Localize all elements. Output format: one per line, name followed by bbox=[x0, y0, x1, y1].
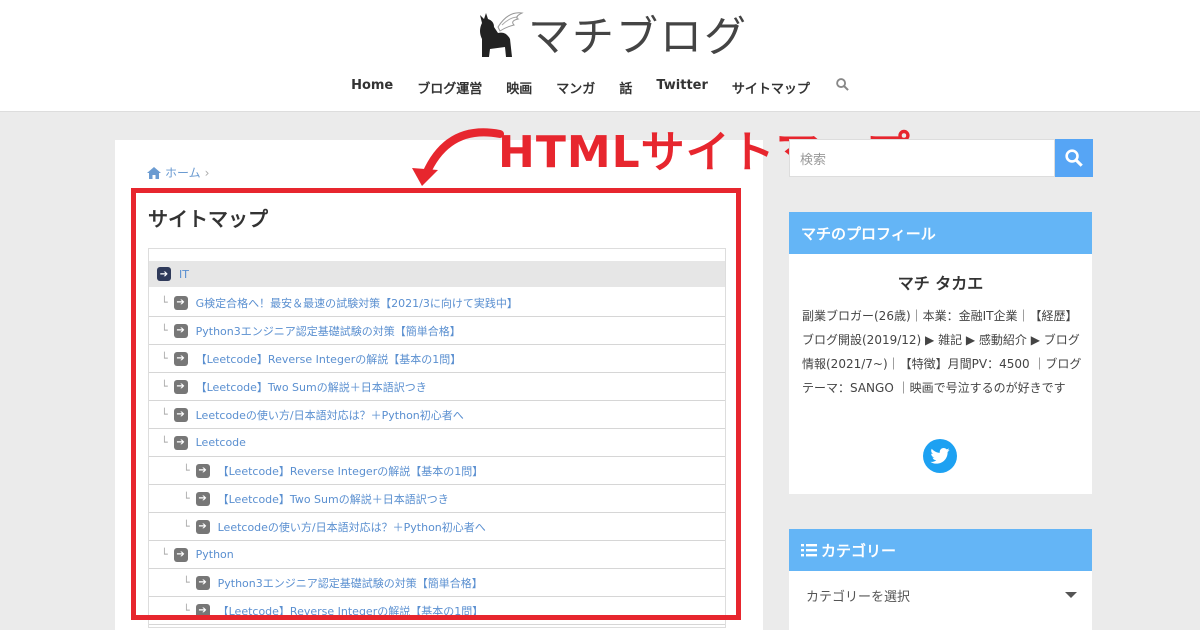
sitemap-subcategory[interactable]: └ ➔ Python bbox=[149, 541, 725, 569]
sitemap-link[interactable]: IT bbox=[179, 268, 189, 281]
nav-item-talk[interactable]: 話 bbox=[607, 78, 644, 97]
nav-item-blog-management[interactable]: ブログ運営 bbox=[405, 78, 494, 97]
home-icon bbox=[147, 166, 161, 179]
tree-connector-icon: └ bbox=[161, 296, 168, 309]
arrow-right-icon: ➔ bbox=[195, 603, 210, 618]
tree-connector-icon: └ bbox=[161, 548, 168, 561]
sitemap-item[interactable]: └ ➔ 【Leetcode】Reverse Integerの解説【基本の1問】 bbox=[149, 597, 725, 625]
category-select-value: カテゴリーを選択 bbox=[806, 590, 911, 605]
arrow-right-icon: ➔ bbox=[173, 323, 188, 338]
list-icon bbox=[801, 544, 817, 557]
profile-description: 副業ブロガー(26歳)｜本業：金融IT企業｜【経歴】ブログ開設(2019/12)… bbox=[802, 309, 1082, 395]
sitemap-link[interactable]: Leetcodeの使い方/日本語対応は？＋Python初心者へ bbox=[218, 519, 486, 535]
breadcrumb-chevron-icon: › bbox=[204, 165, 210, 180]
sidebar-search-button[interactable] bbox=[1055, 139, 1093, 177]
sitemap-category[interactable]: ➔ IT bbox=[149, 261, 725, 287]
arrow-right-icon: ➔ bbox=[195, 519, 210, 534]
arrow-right-icon: ➔ bbox=[173, 547, 188, 562]
arrow-right-icon: ➔ bbox=[195, 491, 210, 506]
sitemap-link[interactable]: 【Leetcode】Reverse Integerの解説【基本の1問】 bbox=[218, 603, 484, 619]
tree-connector-icon: └ bbox=[183, 576, 190, 589]
sitemap-link[interactable]: G検定合格へ！最安＆最速の試験対策【2021/3に向けて実践中】 bbox=[196, 295, 518, 311]
nav-item-movies[interactable]: 映画 bbox=[494, 78, 544, 97]
caret-down-icon bbox=[1065, 592, 1077, 598]
arrow-right-icon: ➔ bbox=[173, 351, 188, 366]
search-icon bbox=[1065, 149, 1083, 167]
arrow-right-icon: ➔ bbox=[195, 463, 210, 478]
annotation-arrow-icon bbox=[412, 128, 504, 186]
sitemap-item[interactable]: └ ➔ Python3エンジニア認定基礎試験の対策【簡単合格】 bbox=[149, 569, 725, 597]
tree-connector-icon: └ bbox=[161, 380, 168, 393]
nav-search-button[interactable] bbox=[822, 78, 861, 97]
sitemap-list: ➔ IT └ ➔ G検定合格へ！最安＆最速の試験対策【2021/3に向けて実践中】 └ ➔ P… bbox=[148, 248, 726, 628]
sitemap-item[interactable]: └ ➔ 【Leetcode】Reverse Integerの解説【基本の1問】 bbox=[149, 345, 725, 373]
sitemap-subcategory[interactable]: └ ➔ Leetcode bbox=[149, 429, 725, 457]
sitemap-item[interactable]: └ ➔ 【Leetcode】Two Sumの解説＋日本語訳つき bbox=[149, 485, 725, 513]
tree-connector-icon: └ bbox=[183, 604, 190, 617]
site-title: マチブログ bbox=[528, 11, 749, 61]
sitemap-link[interactable]: Python3エンジニア認定基礎試験の対策【簡単合格】 bbox=[196, 323, 461, 339]
category-heading-label: カテゴリー bbox=[821, 541, 897, 560]
profile-name: マチ タカエ bbox=[897, 274, 984, 293]
sitemap-item[interactable]: └ ➔ Leetcodeの使い方/日本語対応は？＋Python初心者へ bbox=[149, 513, 725, 541]
tree-connector-icon: └ bbox=[183, 464, 190, 477]
profile-widget-heading: マチのプロフィール bbox=[789, 212, 1092, 254]
tree-connector-icon: └ bbox=[161, 352, 168, 365]
tree-connector-icon: └ bbox=[183, 492, 190, 505]
arrow-right-icon: ➔ bbox=[173, 295, 188, 310]
arrow-right-icon: ➔ bbox=[157, 267, 171, 281]
nav-item-sitemap[interactable]: サイトマップ bbox=[720, 78, 822, 97]
sitemap-link[interactable]: Python3エンジニア認定基礎試験の対策【簡単合格】 bbox=[218, 575, 483, 591]
category-dropdown[interactable]: カテゴリーを選択 bbox=[789, 571, 1092, 630]
sitemap-item[interactable]: └ ➔ 【Leetcode】Reverse Integerの解説【基本の1問】 bbox=[149, 457, 725, 485]
search-placeholder: 検索 bbox=[800, 152, 827, 168]
twitter-bird-icon bbox=[930, 448, 950, 464]
page-title: サイトマップ bbox=[148, 207, 268, 231]
tree-connector-icon: └ bbox=[161, 408, 168, 421]
nav-item-manga[interactable]: マンガ bbox=[544, 78, 607, 97]
sitemap-link[interactable]: Leetcodeの使い方/日本語対応は？＋Python初心者へ bbox=[196, 407, 464, 423]
nav-item-twitter[interactable]: Twitter bbox=[644, 78, 720, 97]
breadcrumb: ホーム › bbox=[147, 164, 209, 181]
sitemap-item[interactable]: └ ➔ Python3エンジニア認定基礎試験の対策【簡単合格】 bbox=[149, 317, 725, 345]
site-logo[interactable]: マチブログ bbox=[468, 4, 748, 62]
winged-dog-logo-icon bbox=[480, 12, 524, 57]
site-header: マチブログ Home ブログ運営 映画 マンガ 話 Twitter サイトマップ bbox=[0, 0, 1200, 112]
sitemap-link[interactable]: 【Leetcode】Reverse Integerの解説【基本の1問】 bbox=[218, 463, 484, 479]
sitemap-link[interactable]: Leetcode bbox=[196, 436, 246, 449]
sidebar-search-input[interactable]: 検索 bbox=[789, 139, 1055, 177]
sitemap-item[interactable]: └ ➔ Leetcodeの使い方/日本語対応は？＋Python初心者へ bbox=[149, 401, 725, 429]
breadcrumb-home-link[interactable]: ホーム bbox=[165, 164, 201, 181]
search-icon bbox=[836, 78, 849, 91]
tree-connector-icon: └ bbox=[161, 436, 168, 449]
sitemap-item[interactable]: └ ➔ 【Leetcode】Two Sumの解説＋日本語訳つき bbox=[149, 373, 725, 401]
category-widget-heading: カテゴリー bbox=[789, 529, 1092, 571]
main-nav: Home ブログ運営 映画 マンガ 話 Twitter サイトマップ bbox=[0, 78, 1200, 97]
nav-item-home[interactable]: Home bbox=[339, 78, 405, 97]
arrow-right-icon: ➔ bbox=[173, 407, 188, 422]
arrow-right-icon: ➔ bbox=[173, 379, 188, 394]
tree-connector-icon: └ bbox=[183, 520, 190, 533]
sitemap-link[interactable]: 【Leetcode】Reverse Integerの解説【基本の1問】 bbox=[196, 351, 462, 367]
profile-widget: マチ タカエ 副業ブロガー(26歳)｜本業：金融IT企業｜【経歴】ブログ開設(2… bbox=[789, 254, 1092, 494]
arrow-right-icon: ➔ bbox=[195, 575, 210, 590]
arrow-right-icon: ➔ bbox=[173, 435, 188, 450]
main-content: ホーム › サイトマップ ➔ IT └ ➔ G検定合格へ！最安＆最速の試験対策【2021… bbox=[115, 140, 763, 630]
sitemap-item[interactable]: └ ➔ G検定合格へ！最安＆最速の試験対策【2021/3に向けて実践中】 bbox=[149, 289, 725, 317]
tree-connector-icon: └ bbox=[161, 324, 168, 337]
sitemap-link[interactable]: Python bbox=[196, 548, 234, 561]
sitemap-link[interactable]: 【Leetcode】Two Sumの解説＋日本語訳つき bbox=[196, 379, 427, 395]
twitter-follow-button[interactable] bbox=[923, 439, 957, 473]
sitemap-link[interactable]: 【Leetcode】Two Sumの解説＋日本語訳つき bbox=[218, 491, 449, 507]
